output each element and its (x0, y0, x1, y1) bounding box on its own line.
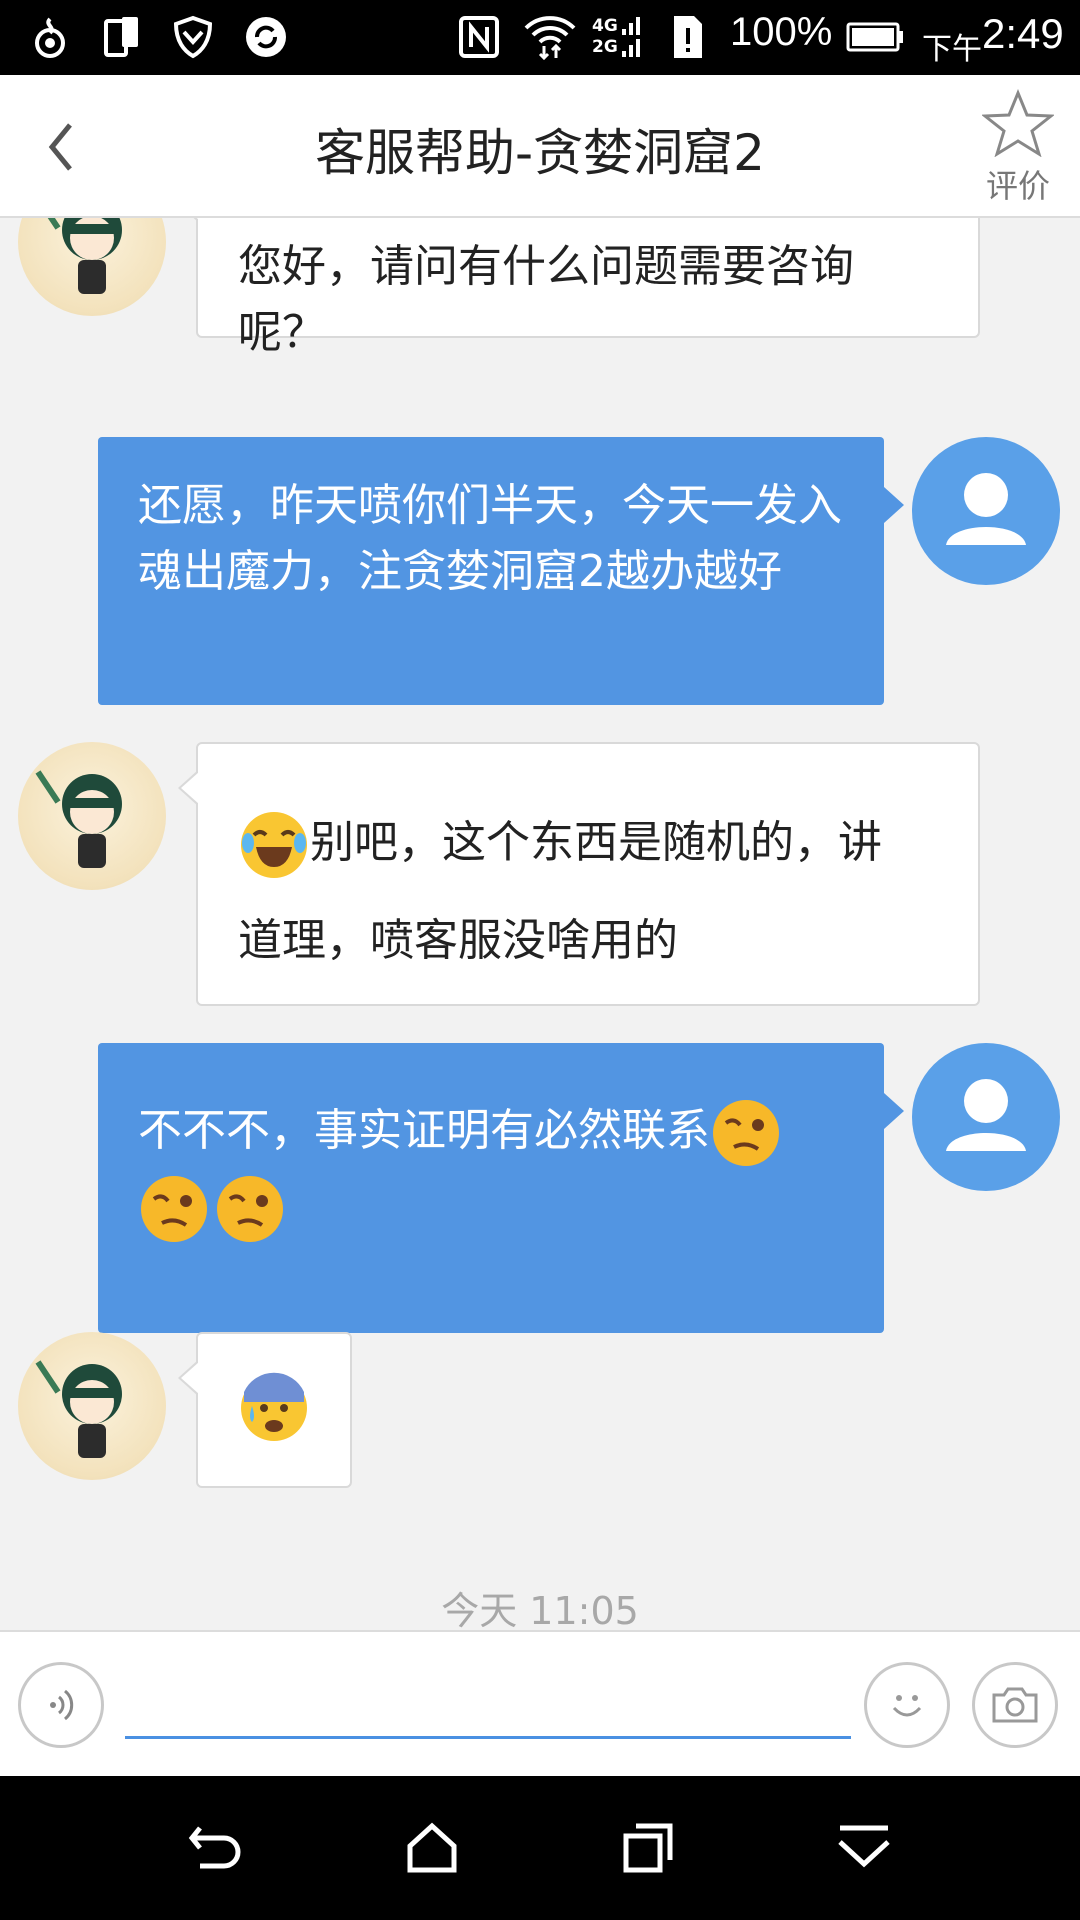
person-icon (946, 1079, 1026, 1151)
wink-emoji-icon (217, 1176, 283, 1242)
message-bubble-incoming: 别吧，这个东西是随机的，讲 道理，喷客服没啥用的 (178, 742, 980, 1006)
message-text: 不不不，事实证明有必然联系 (138, 1105, 710, 1156)
rate-button[interactable]: 评价 (978, 89, 1058, 207)
nav-back-button[interactable] (176, 1812, 256, 1884)
message-bubble-outgoing: 还愿，昨天喷你们半天，今天一发入魂出魔力，注贪婪洞窟2越办越好 (98, 437, 904, 705)
message-text: 您好，请问有什么问题需要咨询呢？ (238, 241, 854, 358)
anxious-sweat-emoji-icon (241, 1372, 307, 1441)
back-arrow-icon (188, 1826, 241, 1869)
chat-area[interactable]: 您好，请问有什么问题需要咨询呢？ 还愿，昨天喷你们半天，今天一发入魂出魔力，注贪… (0, 218, 1080, 1630)
wink-emoji-icon (141, 1176, 207, 1242)
status-time: 2:49 (982, 10, 1064, 57)
navigation-bar (0, 1776, 1080, 1920)
nav-recents-button[interactable] (608, 1812, 688, 1884)
phone-copy-icon (102, 14, 142, 60)
sync-icon (244, 14, 288, 60)
person-icon (946, 473, 1026, 545)
emoji-button[interactable] (864, 1662, 950, 1748)
wifi-icon (522, 14, 578, 60)
user-avatar[interactable] (912, 1043, 1060, 1191)
chevron-down-icon (838, 1825, 890, 1868)
voice-input-button[interactable] (18, 1662, 104, 1748)
star-icon (980, 89, 1056, 158)
message-text-continued: 道理，喷客服没啥用的 (238, 915, 678, 966)
back-button[interactable] (38, 117, 86, 177)
signal-bars-icon (620, 14, 644, 60)
message-bubble-outgoing: 不不不，事实证明有必然联系 (98, 1043, 904, 1333)
message-input[interactable] (125, 1662, 851, 1739)
agent-avatar[interactable] (18, 218, 166, 316)
nfc-icon (458, 14, 500, 60)
message-text: 还愿，昨天喷你们半天，今天一发入魂出魔力，注贪婪洞窟2越办越好 (138, 480, 842, 597)
message-bubble-incoming (178, 1332, 352, 1488)
message-text: 别吧，这个东西是随机的，讲 (310, 817, 882, 868)
input-bar (0, 1630, 1080, 1778)
camera-button[interactable] (972, 1662, 1058, 1748)
recents-icon (623, 1823, 673, 1873)
nav-notifications-button[interactable] (824, 1812, 904, 1884)
message-timestamp: 今天 11:05 (441, 1589, 639, 1630)
camera-icon (992, 1687, 1038, 1723)
agent-avatar[interactable] (18, 1332, 166, 1480)
laugh-cry-emoji-icon (241, 812, 307, 878)
time-prefix: 下午 (922, 33, 982, 66)
nav-home-button[interactable] (392, 1812, 472, 1884)
wink-emoji-icon (713, 1100, 779, 1166)
app-notification-icon (30, 14, 70, 60)
voice-icon (50, 1689, 74, 1721)
cellular-signal-icon: 4G 2G (592, 16, 618, 57)
battery-icon (846, 14, 904, 60)
sim-alert-icon (670, 14, 706, 60)
chevron-left-icon (48, 123, 72, 171)
rate-label: 评价 (985, 167, 1050, 205)
title-bar: 客服帮助-贪婪洞窟2 评价 (0, 75, 1080, 218)
home-icon (407, 1822, 457, 1873)
message-bubble-incoming: 您好，请问有什么问题需要咨询呢？ (178, 218, 980, 358)
shield-icon (172, 14, 214, 60)
smiley-icon (892, 1695, 922, 1717)
user-avatar[interactable] (912, 437, 1060, 585)
battery-percent: 100% (730, 10, 833, 54)
agent-avatar[interactable] (18, 742, 166, 890)
page-title: 客服帮助-贪婪洞窟2 (315, 124, 765, 182)
status-bar: 4G 2G 100% 下午 2:49 (0, 0, 1080, 75)
